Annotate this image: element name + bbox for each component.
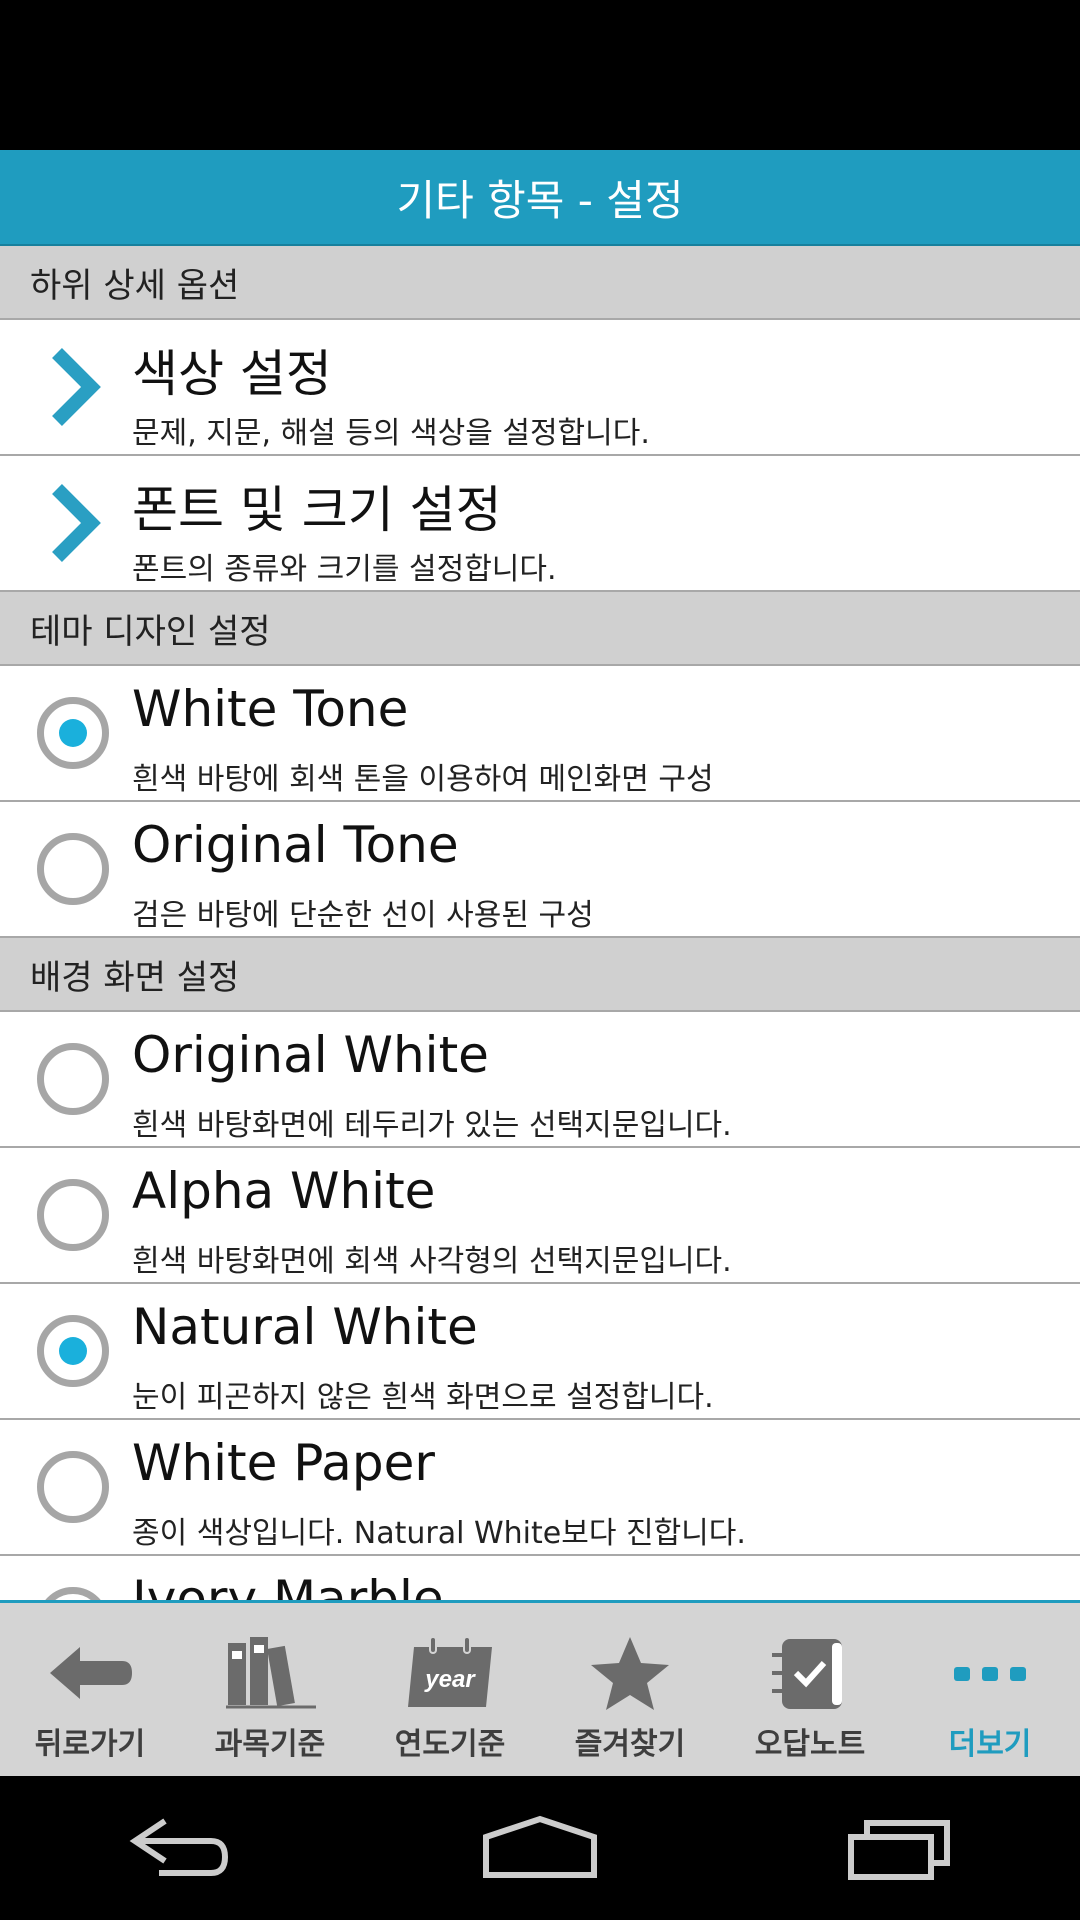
system-back-button[interactable] xyxy=(110,1803,250,1893)
year-icon-text: year xyxy=(424,1666,476,1693)
nav-label: 과목기준 xyxy=(214,1727,326,1762)
theme-option-white-tone[interactable]: White Tone 흰색 바탕에 회색 톤을 이용하여 메인화면 구성 xyxy=(0,666,1080,802)
system-navigation-bar xyxy=(0,1776,1080,1920)
settings-list[interactable]: 하위 상세 옵션 색상 설정 문제, 지문, 해설 등의 색상을 설정합니다. … xyxy=(0,246,1080,1600)
chevron-right-icon xyxy=(30,320,116,454)
background-option-alpha-white[interactable]: Alpha White 흰색 바탕화면에 회색 사각형의 선택지문입니다. xyxy=(0,1148,1080,1284)
system-home-button[interactable] xyxy=(470,1803,610,1893)
radio-button-selected[interactable] xyxy=(37,1315,109,1387)
nav-year-button[interactable]: year 연도기준 xyxy=(360,1603,540,1776)
recents-icon xyxy=(848,1820,950,1880)
chevron-right-icon xyxy=(30,456,116,590)
nav-favorites-button[interactable]: 즐겨찾기 xyxy=(540,1603,720,1776)
section-header-theme: 테마 디자인 설정 xyxy=(0,592,1080,666)
back-icon xyxy=(129,1818,229,1876)
status-bar xyxy=(0,0,1080,150)
background-option-natural-white[interactable]: Natural White 눈이 피곤하지 않은 흰색 화면으로 설정합니다. xyxy=(0,1284,1080,1420)
nav-wrong-answer-note-button[interactable]: 오답노트 xyxy=(720,1603,900,1776)
color-settings-item[interactable]: 색상 설정 문제, 지문, 해설 등의 색상을 설정합니다. xyxy=(0,320,1080,456)
notebook-check-icon xyxy=(772,1639,842,1709)
radio-button[interactable] xyxy=(37,833,109,905)
item-description: 눈이 피곤하지 않은 흰색 화면으로 설정합니다. xyxy=(132,1380,714,1415)
radio-dot xyxy=(59,1337,87,1365)
item-description: 폰트의 종류와 크기를 설정합니다. xyxy=(132,552,557,587)
nav-label: 오답노트 xyxy=(754,1727,866,1762)
home-icon xyxy=(483,1815,597,1878)
item-description: 검은 바탕에 단순한 선이 사용된 구성 xyxy=(132,898,594,933)
nav-label: 연도기준 xyxy=(394,1727,506,1762)
radio-button[interactable] xyxy=(37,1179,109,1251)
page-title: 기타 항목 - 설정 xyxy=(0,150,1080,246)
calendar-year-icon: year xyxy=(408,1636,492,1707)
item-description: 흰색 바탕에 회색 톤을 이용하여 메인화면 구성 xyxy=(132,762,714,797)
more-dots-icon xyxy=(954,1667,1026,1681)
item-title: 폰트 및 크기 설정 xyxy=(132,481,502,539)
radio-button[interactable] xyxy=(37,1043,109,1115)
back-arrow-icon xyxy=(50,1647,132,1699)
section-label: 배경 화면 설정 xyxy=(30,957,240,998)
background-option-ivory-marble[interactable]: Ivory Marble xyxy=(0,1556,1080,1600)
item-description: 종이 색상입니다. Natural White보다 진합니다. xyxy=(132,1516,746,1551)
item-description: 문제, 지문, 해설 등의 색상을 설정합니다. xyxy=(132,416,650,451)
nav-label: 즐겨찾기 xyxy=(574,1727,686,1762)
star-icon xyxy=(591,1637,669,1710)
radio-dot xyxy=(59,719,87,747)
background-option-white-paper[interactable]: White Paper 종이 색상입니다. Natural White보다 진합… xyxy=(0,1420,1080,1556)
section-label: 테마 디자인 설정 xyxy=(30,611,271,652)
item-title: Ivory Marble xyxy=(132,1570,444,1600)
nav-subject-button[interactable]: 과목기준 xyxy=(180,1603,360,1776)
item-title: Original Tone xyxy=(132,816,459,874)
item-description: 흰색 바탕화면에 회색 사각형의 선택지문입니다. xyxy=(132,1244,732,1279)
item-title: 색상 설정 xyxy=(132,345,332,403)
background-option-original-white[interactable]: Original White 흰색 바탕화면에 테두리가 있는 선택지문입니다. xyxy=(0,1012,1080,1148)
section-header-background: 배경 화면 설정 xyxy=(0,938,1080,1012)
page-title-text: 기타 항목 - 설정 xyxy=(396,175,684,225)
nav-more-button[interactable]: 더보기 xyxy=(900,1603,1080,1776)
radio-button[interactable] xyxy=(37,1451,109,1523)
item-title: Alpha White xyxy=(132,1162,436,1220)
theme-option-original-tone[interactable]: Original Tone 검은 바탕에 단순한 선이 사용된 구성 xyxy=(0,802,1080,938)
system-recents-button[interactable] xyxy=(830,1803,970,1893)
item-title: Original White xyxy=(132,1026,489,1084)
nav-label: 더보기 xyxy=(948,1727,1032,1762)
font-settings-item[interactable]: 폰트 및 크기 설정 폰트의 종류와 크기를 설정합니다. xyxy=(0,456,1080,592)
bottom-navigation: 뒤로가기 과목기준 year 연도기준 즐겨찾기 오답노트 더보기 xyxy=(0,1600,1080,1776)
item-description: 흰색 바탕화면에 테두리가 있는 선택지문입니다. xyxy=(132,1108,732,1143)
section-label: 하위 상세 옵션 xyxy=(30,265,240,306)
section-header-sub-options: 하위 상세 옵션 xyxy=(0,246,1080,320)
nav-back-button[interactable]: 뒤로가기 xyxy=(0,1603,180,1776)
books-icon xyxy=(226,1637,316,1709)
radio-button-selected[interactable] xyxy=(37,697,109,769)
nav-label: 뒤로가기 xyxy=(34,1727,146,1762)
item-title: White Tone xyxy=(132,680,409,738)
radio-button[interactable] xyxy=(37,1587,109,1600)
item-title: Natural White xyxy=(132,1298,478,1356)
item-title: White Paper xyxy=(132,1434,435,1492)
